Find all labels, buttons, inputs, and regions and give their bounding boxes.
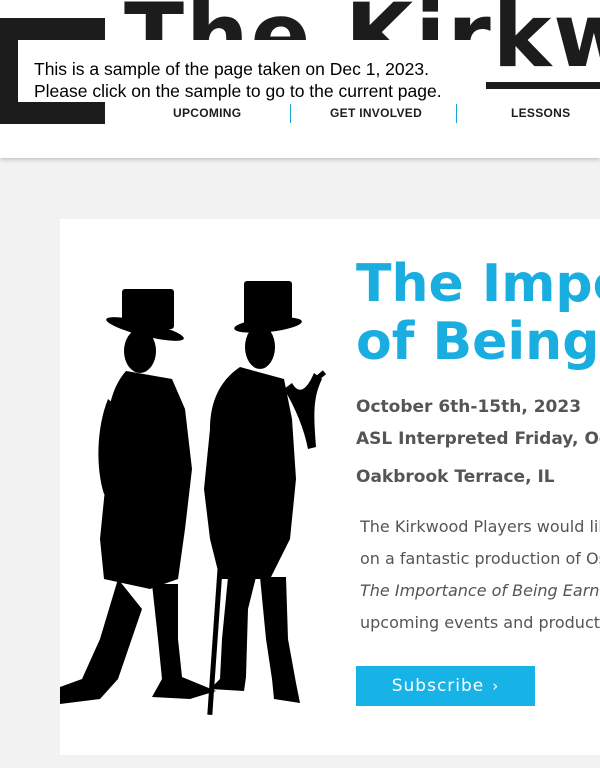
nav-divider bbox=[456, 104, 457, 123]
nav-lessons[interactable]: LESSONS bbox=[511, 103, 570, 123]
description-line: on a fantastic production of Os bbox=[360, 549, 600, 568]
subscribe-label: Subscribe bbox=[391, 676, 485, 696]
show-location: Oakbrook Terrace, IL bbox=[356, 467, 555, 487]
chevron-right-icon: › bbox=[492, 677, 500, 695]
nav-get-involved[interactable]: GET INVOLVED bbox=[330, 103, 422, 123]
description-line-italic: The Importance of Being Earn bbox=[360, 581, 600, 600]
sample-notice-line2: Please click on the sample to go to the … bbox=[34, 81, 442, 101]
show-dates: October 6th-15th, 2023 bbox=[356, 397, 582, 417]
gentlemen-silhouette-image bbox=[60, 281, 327, 715]
sample-notice[interactable]: This is a sample of the page taken on De… bbox=[28, 40, 486, 102]
sample-notice-line1: This is a sample of the page taken on De… bbox=[34, 59, 429, 79]
subscribe-button[interactable]: Subscribe › bbox=[356, 666, 535, 706]
site-header: The Kirkwood This is a sample of the pag… bbox=[0, 0, 600, 158]
main-nav: UPCOMING GET INVOLVED LESSONS bbox=[124, 103, 600, 125]
show-description: The Kirkwood Players would lik on a fant… bbox=[360, 511, 600, 639]
nav-upcoming[interactable]: UPCOMING bbox=[173, 103, 241, 123]
show-title: The Impo of Being I bbox=[356, 255, 600, 371]
asl-interpreted-note: ASL Interpreted Friday, Octo bbox=[356, 429, 600, 449]
nav-divider bbox=[290, 104, 291, 123]
description-line: The Kirkwood Players would lik bbox=[360, 517, 600, 536]
show-card: The Impo of Being I October 6th-15th, 20… bbox=[60, 219, 600, 755]
show-title-line1: The Impo bbox=[356, 254, 600, 314]
show-title-line2: of Being I bbox=[356, 312, 600, 372]
description-line: upcoming events and product bbox=[360, 613, 600, 632]
